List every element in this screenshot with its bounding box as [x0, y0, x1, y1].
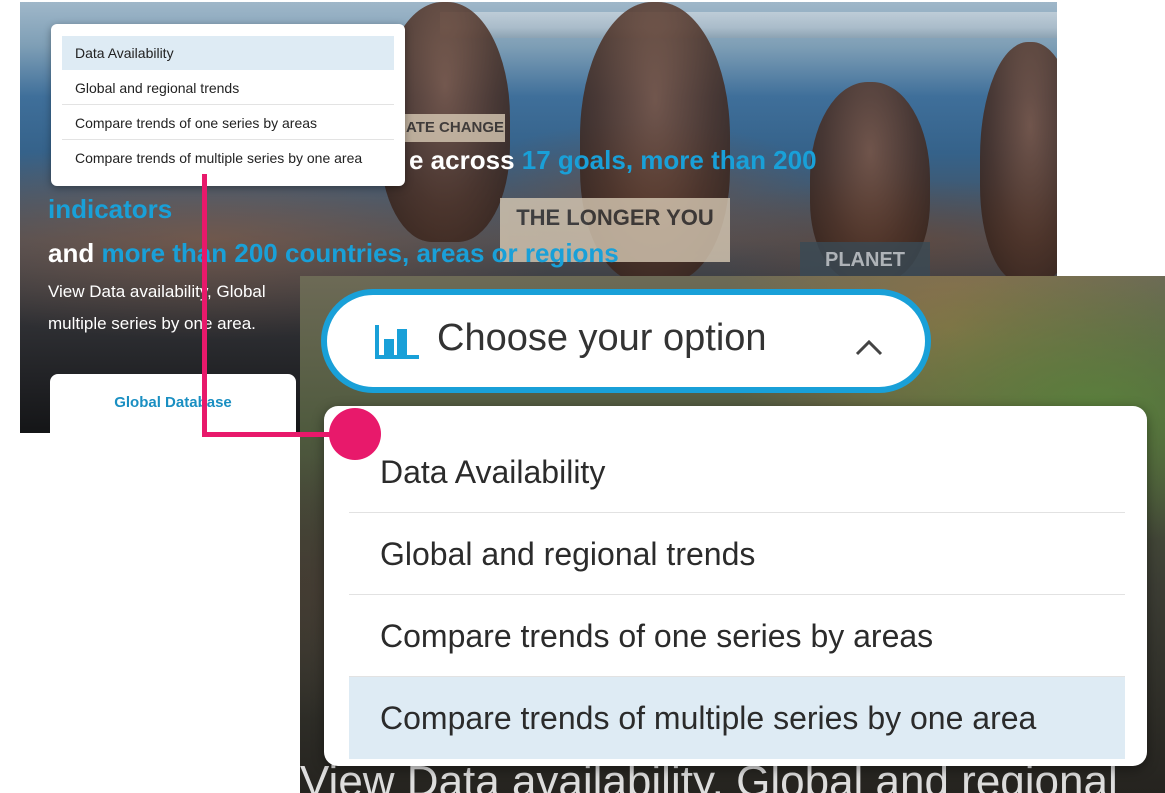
bar-chart-icon: [375, 325, 419, 359]
headline-blue-text: 17 goals, more than 200: [521, 145, 817, 175]
headline-white-text: e across: [409, 145, 515, 175]
chevron-up-icon[interactable]: [854, 337, 884, 357]
callout-dot: [329, 408, 381, 460]
dropdown-option-compare-one-series[interactable]: Compare trends of one series by areas: [62, 106, 394, 140]
headline-blue-text: more than 200 countries, areas or region…: [101, 238, 619, 268]
hero-headline-line3: and more than 200 countries, areas or re…: [48, 238, 619, 269]
protest-sign: ATE CHANGE: [405, 114, 505, 142]
dropdown-menu-small: Data Availability Global and regional tr…: [51, 24, 405, 186]
dropdown-option-compare-one-series[interactable]: Compare trends of one series by areas: [349, 595, 1125, 677]
protest-sign: PLANET: [800, 242, 930, 278]
hero-subtext-line1: View Data availability, Global: [48, 282, 266, 301]
dropdown-menu-zoomed: Data Availability Global and regional tr…: [324, 406, 1147, 766]
hero-headline-line1: e across 17 goals, more than 200: [409, 145, 817, 176]
dropdown-option-data-availability[interactable]: Data Availability: [62, 36, 394, 70]
hero-headline-line2: indicators: [48, 194, 172, 225]
headline-white-text: and: [48, 238, 95, 268]
headline-blue-text: indicators: [48, 194, 173, 224]
tab-global-database[interactable]: Global Database: [50, 374, 296, 433]
hero-subtext-line2: multiple series by one area.: [48, 314, 256, 333]
select-placeholder: Choose your option: [437, 317, 767, 359]
annotated-screenshot: ATE CHANGE THE LONGER YOU PLANET Data Av…: [0, 0, 1165, 793]
callout-connector-horizontal: [202, 432, 350, 437]
callout-connector-vertical: [202, 174, 207, 437]
dropdown-option-compare-multiple-series[interactable]: Compare trends of multiple series by one…: [62, 141, 394, 175]
background-shoreline: [440, 12, 1057, 38]
choose-option-select[interactable]: Choose your option: [321, 289, 931, 393]
dropdown-option-global-regional-trends[interactable]: Global and regional trends: [349, 513, 1125, 595]
dropdown-option-data-availability[interactable]: Data Availability: [349, 431, 1125, 513]
dropdown-option-compare-multiple-series[interactable]: Compare trends of multiple series by one…: [349, 677, 1125, 759]
zoomed-dropdown-panel: View Data availability, Global and regio…: [300, 276, 1165, 793]
background-person: [980, 42, 1057, 282]
dropdown-option-global-regional-trends[interactable]: Global and regional trends: [62, 71, 394, 105]
